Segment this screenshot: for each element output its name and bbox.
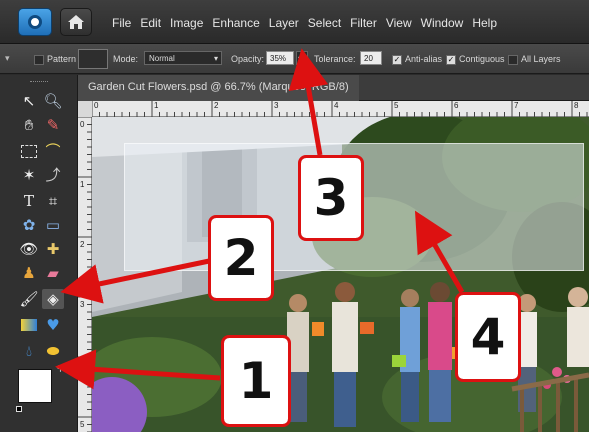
default-colors-icon[interactable]	[16, 406, 22, 412]
menu-window[interactable]: Window	[421, 16, 464, 30]
brush-tool-icon[interactable]: 🖌︎	[18, 289, 40, 309]
opacity-dropdown-icon: ▾	[298, 54, 303, 63]
blur-tool-icon[interactable]: 💧︎	[18, 341, 40, 361]
marquee-tool-icon[interactable]	[18, 141, 40, 161]
ruler-top-label: 4	[334, 101, 339, 110]
callout-2: 2	[208, 215, 274, 301]
ruler-top-label: 2	[214, 101, 219, 110]
pattern-label: Pattern	[47, 54, 77, 64]
menu-layer[interactable]: Layer	[269, 16, 299, 30]
callout-1: 1	[221, 335, 291, 427]
contiguous-checkbox[interactable]: ✓	[446, 55, 456, 65]
menu-image[interactable]: Image	[170, 16, 203, 30]
hand-tool-icon[interactable]: ✋︎	[18, 115, 40, 135]
ruler-left-label: 4	[80, 360, 85, 369]
pattern-checkbox[interactable]	[34, 55, 44, 65]
mode-value: Normal	[149, 54, 175, 63]
mode-select[interactable]: Normal ▾	[144, 51, 222, 65]
vertical-ruler-ticks	[78, 117, 92, 432]
tolerance-value: 20	[364, 54, 373, 63]
straighten-tool-icon[interactable]: ▭	[42, 215, 64, 235]
callout-3: 3	[298, 155, 364, 241]
antialias-checkbox[interactable]: ✓	[392, 55, 402, 65]
document-tab-bar: Garden Cut Flowers.psd @ 66.7% (Marquee,…	[78, 75, 589, 101]
ruler-top-label: 6	[454, 101, 459, 110]
camera-logo-icon[interactable]	[18, 8, 52, 36]
red-eye-tool-icon[interactable]: 👁︎	[18, 239, 40, 259]
contiguous-label: Contiguous	[459, 54, 505, 64]
healing-brush-tool-icon[interactable]: ✚	[42, 239, 64, 259]
eyedropper-tool-icon[interactable]: ✎	[42, 115, 64, 135]
paint-bucket-tool-icon[interactable]: ◈	[42, 289, 64, 309]
mode-label: Mode:	[113, 54, 139, 64]
ruler-left-label: 0	[80, 120, 85, 129]
ruler-left-label: 1	[80, 180, 85, 189]
panel-grip[interactable]	[30, 81, 48, 83]
opacity-label: Opacity:	[231, 54, 265, 64]
crop-tool-icon[interactable]: ⌗	[42, 191, 64, 211]
ruler-top-label: 1	[154, 101, 159, 110]
opacity-slider-button[interactable]: ▾	[296, 51, 308, 65]
menu-enhance[interactable]: Enhance	[212, 16, 259, 30]
menu-help[interactable]: Help	[472, 16, 497, 30]
mode-dropdown-icon: ▾	[213, 54, 218, 63]
ruler-top-label: 0	[94, 101, 99, 110]
all-layers-label: All Layers	[521, 54, 561, 64]
foreground-color-swatch[interactable]	[18, 369, 52, 403]
shape-tool-icon[interactable]: ♥	[42, 315, 64, 335]
menu-edit[interactable]: Edit	[140, 16, 161, 30]
horizontal-ruler: 0 1 2 3 4 5 6 7 8	[92, 101, 589, 117]
quick-selection-tool-icon[interactable]: ⤴	[42, 165, 64, 185]
menu-select[interactable]: Select	[308, 16, 341, 30]
cookie-cutter-tool-icon[interactable]: ✿	[18, 215, 40, 235]
tools-panel: ↖ 🔍︎ ✋︎ ✎ ⌒ ✶ ⤴ T ⌗ ✿ ▭ 👁︎ ✚ ♟ ▰ 🖌︎ ◈ ♥ …	[0, 75, 78, 432]
tolerance-input[interactable]: 20	[360, 51, 382, 65]
home-button[interactable]	[60, 8, 92, 36]
gradient-tool-icon[interactable]	[18, 315, 40, 335]
ruler-top-label: 3	[274, 101, 279, 110]
editor-window: File Edit Image Enhance Layer Select Fil…	[0, 0, 589, 432]
menu-file[interactable]: File	[112, 16, 131, 30]
sponge-tool-icon[interactable]: ⬬	[42, 341, 64, 361]
move-tool-icon[interactable]: ↖	[18, 91, 40, 111]
options-collapse-icon[interactable]: ▾	[5, 53, 10, 64]
menu-filter[interactable]: Filter	[350, 16, 377, 30]
opacity-value: 35%	[270, 54, 287, 63]
zoom-tool-icon[interactable]: 🔍︎	[42, 91, 64, 111]
menu-view[interactable]: View	[386, 16, 412, 30]
tool-options-bar: ▾ Pattern Mode: Normal ▾ Opacity: 35% ▾ …	[0, 44, 589, 74]
ruler-left-label: 2	[80, 240, 85, 249]
ruler-top-label: 8	[574, 101, 579, 110]
swap-colors-icon[interactable]: ↰	[55, 365, 63, 375]
vertical-ruler: 0 1 2 3 4 5	[78, 117, 92, 432]
ruler-left-label: 3	[80, 300, 85, 309]
lasso-tool-icon[interactable]: ⌒	[42, 141, 64, 161]
pattern-picker[interactable]	[78, 49, 108, 69]
all-layers-checkbox[interactable]	[508, 55, 518, 65]
ruler-origin[interactable]	[78, 101, 92, 117]
opacity-input[interactable]: 35%	[266, 51, 294, 65]
tolerance-label: Tolerance:	[314, 54, 356, 64]
antialias-label: Anti-alias	[405, 54, 443, 64]
document-tab[interactable]: Garden Cut Flowers.psd @ 66.7% (Marquee,…	[78, 75, 359, 101]
clone-stamp-tool-icon[interactable]: ♟	[18, 263, 40, 283]
eraser-tool-icon[interactable]: ▰	[42, 263, 64, 283]
magic-wand-tool-icon[interactable]: ✶	[18, 165, 40, 185]
callout-4: 4	[455, 292, 521, 382]
menu-items: File Edit Image Enhance Layer Select Fil…	[112, 16, 506, 30]
menu-bar: File Edit Image Enhance Layer Select Fil…	[0, 0, 589, 44]
type-tool-icon[interactable]: T	[18, 191, 40, 211]
ruler-top-label: 5	[394, 101, 399, 110]
ruler-left-label: 5	[80, 420, 85, 429]
ruler-top-label: 7	[514, 101, 519, 110]
home-icon	[68, 15, 84, 29]
